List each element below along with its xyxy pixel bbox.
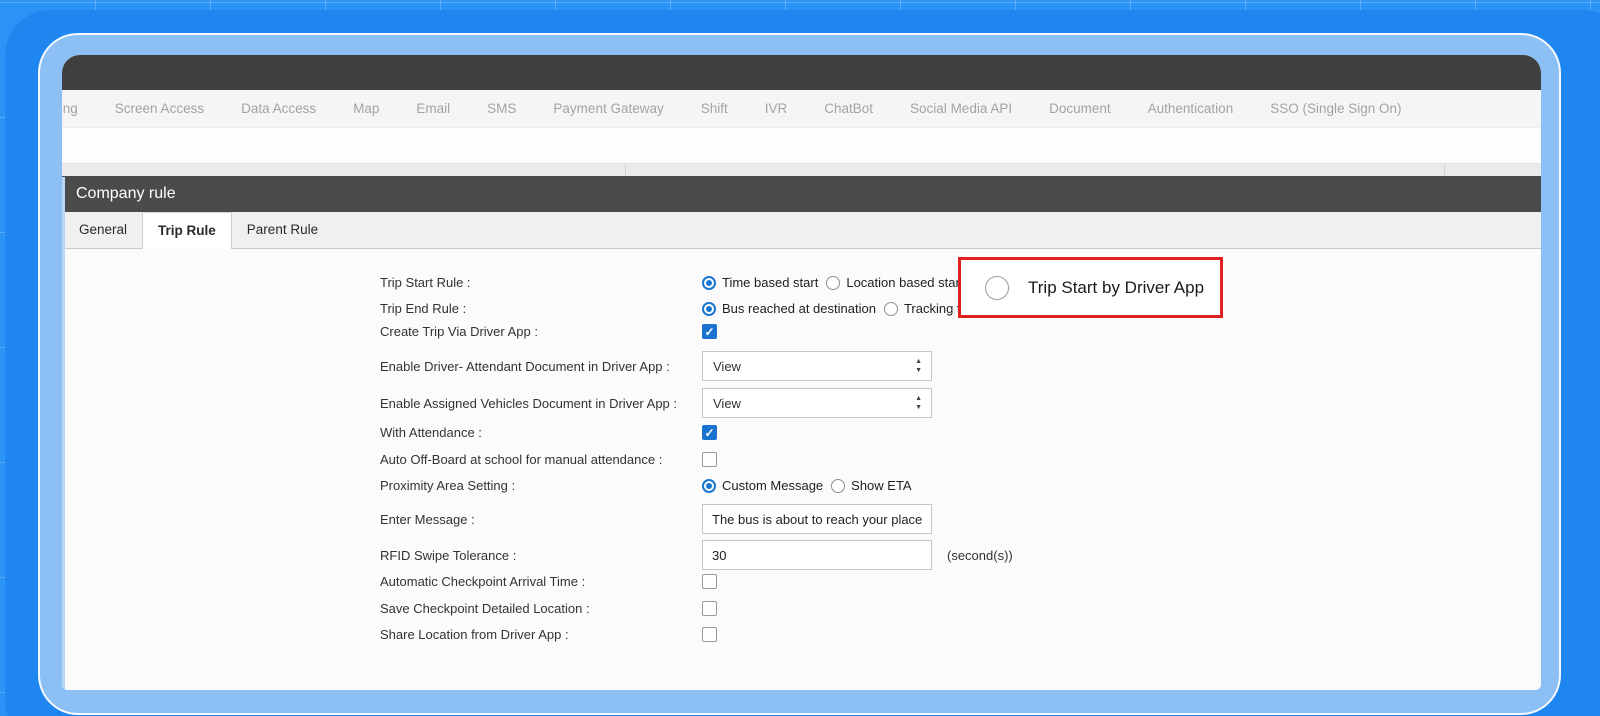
radio-trip-start-by-driver-app[interactable] bbox=[985, 276, 1009, 300]
field-label: Create Trip Via Driver App : bbox=[380, 324, 702, 339]
panel-left-edge bbox=[62, 177, 65, 690]
checkbox-share-location-driver-app[interactable] bbox=[702, 627, 717, 642]
toolbar-spacer bbox=[62, 128, 1541, 163]
radio-label: Bus reached at destination bbox=[722, 301, 876, 316]
proximity-area-options: Custom Message Show ETA bbox=[702, 478, 912, 493]
panel-title: Company rule bbox=[62, 176, 1541, 212]
form-row: Trip Start Rule : Time based start Locat… bbox=[380, 275, 963, 290]
field-label: RFID Swipe Tolerance : bbox=[380, 548, 702, 563]
form-row: Automatic Checkpoint Arrival Time : bbox=[380, 574, 717, 589]
radio-label: Time based start bbox=[722, 275, 818, 290]
tab-parent-rule[interactable]: Parent Rule bbox=[232, 212, 333, 248]
radio-custom-message[interactable] bbox=[702, 479, 716, 493]
select-value: View bbox=[713, 396, 741, 411]
tab-trip-rule[interactable]: Trip Rule bbox=[142, 212, 232, 249]
radio-location-based-start[interactable] bbox=[826, 276, 840, 290]
select-driver-attendant-document[interactable]: View ▲▼ bbox=[702, 351, 932, 381]
select-assigned-vehicles-document[interactable]: View ▲▼ bbox=[702, 388, 932, 418]
field-label: Enter Message : bbox=[380, 512, 702, 527]
radio-time-based-start[interactable] bbox=[702, 276, 716, 290]
field-label: Save Checkpoint Detailed Location : bbox=[380, 601, 702, 616]
radio-label: Location based start bbox=[846, 275, 963, 290]
checkbox-automatic-checkpoint-arrival[interactable] bbox=[702, 574, 717, 589]
table-column-divider bbox=[1444, 164, 1445, 176]
nav-item-social-media-api[interactable]: Social Media API bbox=[910, 101, 1012, 116]
radio-option: Custom Message bbox=[702, 478, 823, 493]
window-content: ting Screen Access Data Access Map Email… bbox=[62, 55, 1541, 690]
rule-tabs: General Trip Rule Parent Rule bbox=[62, 212, 1541, 249]
stepper-icon: ▲▼ bbox=[915, 357, 922, 375]
radio-option: Tracking til bbox=[884, 301, 966, 316]
radio-label: Tracking til bbox=[904, 301, 966, 316]
checkbox-with-attendance[interactable]: ✓ bbox=[702, 425, 717, 440]
field-label: Trip End Rule : bbox=[380, 301, 702, 316]
form-row: Share Location from Driver App : bbox=[380, 627, 717, 642]
nav-item-shift[interactable]: Shift bbox=[701, 101, 728, 116]
radio-option: Time based start bbox=[702, 275, 818, 290]
radio-label: Custom Message bbox=[722, 478, 823, 493]
radio-option: Bus reached at destination bbox=[702, 301, 876, 316]
field-label: Automatic Checkpoint Arrival Time : bbox=[380, 574, 702, 589]
tab-general[interactable]: General bbox=[64, 212, 142, 248]
form-row: With Attendance : ✓ bbox=[380, 425, 717, 440]
checkbox-save-checkpoint-location[interactable] bbox=[702, 601, 717, 616]
form-row: Enable Driver- Attendant Document in Dri… bbox=[380, 351, 932, 381]
nav-item-sso[interactable]: SSO (Single Sign On) bbox=[1270, 101, 1401, 116]
nav-item-screen-access[interactable]: Screen Access bbox=[115, 101, 204, 116]
enter-message-input[interactable] bbox=[702, 504, 932, 534]
table-column-divider bbox=[625, 164, 626, 176]
field-label: With Attendance : bbox=[380, 425, 702, 440]
radio-show-eta[interactable] bbox=[831, 479, 845, 493]
select-value: View bbox=[713, 359, 741, 374]
field-label: Enable Driver- Attendant Document in Dri… bbox=[380, 359, 702, 374]
radio-tracking-till[interactable] bbox=[884, 302, 898, 316]
form-row: Trip End Rule : Bus reached at destinati… bbox=[380, 301, 966, 316]
stepper-icon: ▲▼ bbox=[915, 394, 922, 412]
nav-item-sms[interactable]: SMS bbox=[487, 101, 516, 116]
checkbox-auto-offboard[interactable] bbox=[702, 452, 717, 467]
nav-item-chatbot[interactable]: ChatBot bbox=[824, 101, 873, 116]
trip-start-by-driver-app-highlight: Trip Start by Driver App bbox=[958, 257, 1223, 318]
field-label: Proximity Area Setting : bbox=[380, 478, 702, 493]
trip-end-rule-options: Bus reached at destination Tracking til bbox=[702, 301, 966, 316]
app-window: ting Screen Access Data Access Map Email… bbox=[40, 35, 1559, 713]
field-label: Auto Off-Board at school for manual atte… bbox=[380, 452, 702, 467]
browser-chrome-bar bbox=[62, 55, 1541, 90]
settings-nav-bar: ting Screen Access Data Access Map Email… bbox=[62, 90, 1541, 128]
radio-option: Show ETA bbox=[831, 478, 911, 493]
nav-item-data-access[interactable]: Data Access bbox=[241, 101, 316, 116]
nav-item-map[interactable]: Map bbox=[353, 101, 379, 116]
nav-item-authentication[interactable]: Authentication bbox=[1148, 101, 1234, 116]
checkbox-create-trip-via-driver-app[interactable]: ✓ bbox=[702, 324, 717, 339]
callout-label: Trip Start by Driver App bbox=[1028, 278, 1204, 298]
form-row: Create Trip Via Driver App : ✓ bbox=[380, 324, 717, 339]
nav-item-email[interactable]: Email bbox=[416, 101, 450, 116]
radio-bus-reached-destination[interactable] bbox=[702, 302, 716, 316]
field-label: Share Location from Driver App : bbox=[380, 627, 702, 642]
table-header-strip bbox=[62, 163, 1541, 176]
form-row: Proximity Area Setting : Custom Message … bbox=[380, 478, 912, 493]
nav-item-document[interactable]: Document bbox=[1049, 101, 1111, 116]
trip-start-rule-options: Time based start Location based start bbox=[702, 275, 963, 290]
rfid-swipe-tolerance-input[interactable] bbox=[702, 540, 932, 570]
form-row: RFID Swipe Tolerance : (second(s)) bbox=[380, 540, 1013, 570]
field-label: Trip Start Rule : bbox=[380, 275, 702, 290]
radio-option: Location based start bbox=[826, 275, 963, 290]
unit-suffix: (second(s)) bbox=[947, 548, 1013, 563]
radio-label: Show ETA bbox=[851, 478, 911, 493]
nav-item-setting[interactable]: ting bbox=[62, 101, 78, 116]
nav-item-payment-gateway[interactable]: Payment Gateway bbox=[553, 101, 663, 116]
form-row: Auto Off-Board at school for manual atte… bbox=[380, 452, 717, 467]
field-label: Enable Assigned Vehicles Document in Dri… bbox=[380, 396, 702, 411]
form-row: Save Checkpoint Detailed Location : bbox=[380, 601, 717, 616]
trip-rule-form: Trip Start Rule : Time based start Locat… bbox=[62, 249, 1541, 690]
form-row: Enter Message : bbox=[380, 504, 932, 534]
nav-item-ivr[interactable]: IVR bbox=[765, 101, 788, 116]
form-row: Enable Assigned Vehicles Document in Dri… bbox=[380, 388, 932, 418]
